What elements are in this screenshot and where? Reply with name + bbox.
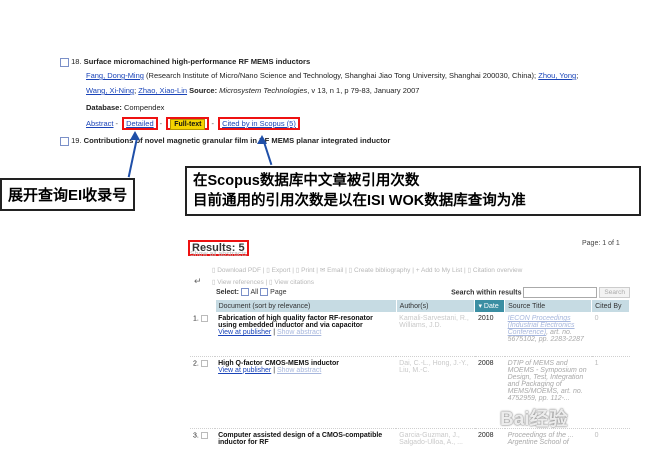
fulltext-highlight: Full-text	[166, 117, 210, 130]
table-row: 1. Fabrication of high quality factor RF…	[190, 312, 630, 356]
curved-arrow-icon: ↵	[194, 276, 202, 286]
source-title-header[interactable]: Source Title	[504, 300, 593, 312]
citation-overview-button[interactable]: ▯ Citation overview	[467, 267, 522, 274]
record-18-number: 18.	[71, 57, 82, 66]
author-link[interactable]: Fang, Dong-Ming	[86, 71, 144, 80]
record-19-checkbox[interactable]	[60, 136, 69, 146]
select-bar: Select: All Page Search within results S…	[216, 287, 630, 298]
bibliography-button[interactable]: ▯ Create bibliography	[349, 267, 411, 274]
fulltext-button[interactable]: Full-text	[170, 119, 206, 130]
row-cited-count[interactable]: 1	[592, 356, 630, 428]
cited-by-highlight: Cited by in Scopus (5)	[218, 117, 300, 130]
source-label: Source:	[189, 86, 218, 95]
add-to-list-button[interactable]: + Add to My List	[416, 267, 462, 274]
database-value: Compendex	[123, 103, 165, 112]
author-affiliation: (Research Institute of Micro/Nano Scienc…	[143, 71, 537, 80]
view-at-publisher-link[interactable]: View at publisher	[218, 367, 271, 374]
results-toolbar: ▯ Download PDF | ▯ Export | ▯ Print | ✉ …	[194, 267, 523, 286]
callout-ei-number: 展开查询EI收录号	[0, 178, 136, 211]
callout-citation-count: 在Scopus数据库中文章被引用次数 目前通用的引用次数是以在ISI WOK数据…	[185, 166, 641, 216]
print-button[interactable]: ▯ Print	[296, 267, 315, 274]
record-18: 18. Surface micromachined high-performan…	[60, 56, 640, 146]
cited-by-scopus-link[interactable]: Cited by in Scopus (5)	[222, 119, 296, 128]
cited-by-header[interactable]: Cited By	[591, 300, 630, 312]
source-journal: Microsystem Technologies	[219, 86, 308, 95]
record-18-title[interactable]: Surface micromachined high-performance R…	[84, 57, 311, 66]
page-indicator: Page: 1 of 1	[582, 240, 620, 247]
row-authors[interactable]: Garcia-Guzman, J., Salgado-Ulloa, A., ..…	[396, 428, 475, 449]
row-year: 2010	[477, 315, 494, 322]
arrow-right-head-icon	[257, 135, 267, 144]
document-title-link[interactable]: High Q-factor CMOS-MEMS inductor	[218, 360, 393, 367]
author-link[interactable]: Zhao, Xiao-Lin	[138, 86, 187, 95]
show-abstract-link[interactable]: Show abstract	[277, 367, 321, 374]
show-abstract-link[interactable]: Show abstract	[277, 329, 321, 336]
select-all-checkbox[interactable]	[240, 288, 249, 296]
sort-by-relevance-header[interactable]: Document (sort by relevance)	[215, 300, 397, 312]
source-title-text: Proceedings of the ... Argentine School …	[507, 431, 574, 446]
watermark-logo: Bai经验	[500, 409, 568, 430]
detailed-link-highlight: Detailed	[122, 117, 158, 130]
detailed-link[interactable]: Detailed	[126, 119, 154, 128]
document-title-link[interactable]: Fabrication of high quality factor RF-re…	[218, 315, 393, 329]
database-label: Database:	[86, 103, 122, 112]
row-year: 2008	[477, 431, 494, 439]
author-link[interactable]: Wang, Xi-Ning	[86, 86, 134, 95]
table-header: Document (sort by relevance) Author(s) ▾…	[190, 300, 630, 312]
document-title-link[interactable]: Computer assisted design of a CMOS-compa…	[218, 432, 393, 446]
select-page-checkbox[interactable]	[260, 288, 269, 296]
date-header[interactable]: ▾ Date	[474, 300, 506, 312]
authors-header[interactable]: Author(s)	[396, 300, 476, 312]
author-link[interactable]: Zhou, Yong	[538, 71, 576, 80]
view-references-button[interactable]: ▯ View references	[212, 279, 264, 286]
row-authors[interactable]: Kamali-Sarvestani, R., Williams, J.D.	[396, 312, 475, 356]
row-cited-count[interactable]: 0	[592, 428, 630, 449]
table-row: 3. Computer assisted design of a CMOS-co…	[190, 428, 630, 449]
abstract-link[interactable]: Abstract	[86, 119, 114, 128]
arrow-left-head-icon	[130, 131, 140, 140]
email-button[interactable]: ✉ Email	[320, 267, 344, 274]
show-all-abstracts-link[interactable]: Show all abstracts	[190, 251, 247, 258]
record-18-checkbox[interactable]	[60, 57, 69, 67]
row-authors[interactable]: Dai, C.-L., Hong, J.-Y., Liu, M.-C.	[396, 356, 475, 428]
search-button[interactable]: Search	[599, 287, 630, 298]
view-citations-button[interactable]: ▯ View citations	[269, 279, 314, 286]
row-checkbox[interactable]	[200, 315, 208, 322]
download-pdf-button[interactable]: ▯ Download PDF	[212, 267, 261, 274]
record-19-number: 19.	[71, 136, 82, 145]
row-checkbox[interactable]	[200, 359, 208, 367]
source-detail: , v 13, n 1, p 79-83, January 2007	[307, 86, 420, 95]
view-at-publisher-link[interactable]: View at publisher	[218, 329, 271, 336]
row-checkbox[interactable]	[200, 431, 208, 439]
sort-down-icon: ▾	[478, 303, 482, 310]
export-button[interactable]: ▯ Export	[266, 267, 290, 274]
row-cited-count[interactable]: 0	[592, 312, 630, 356]
search-within-input[interactable]	[523, 287, 598, 298]
